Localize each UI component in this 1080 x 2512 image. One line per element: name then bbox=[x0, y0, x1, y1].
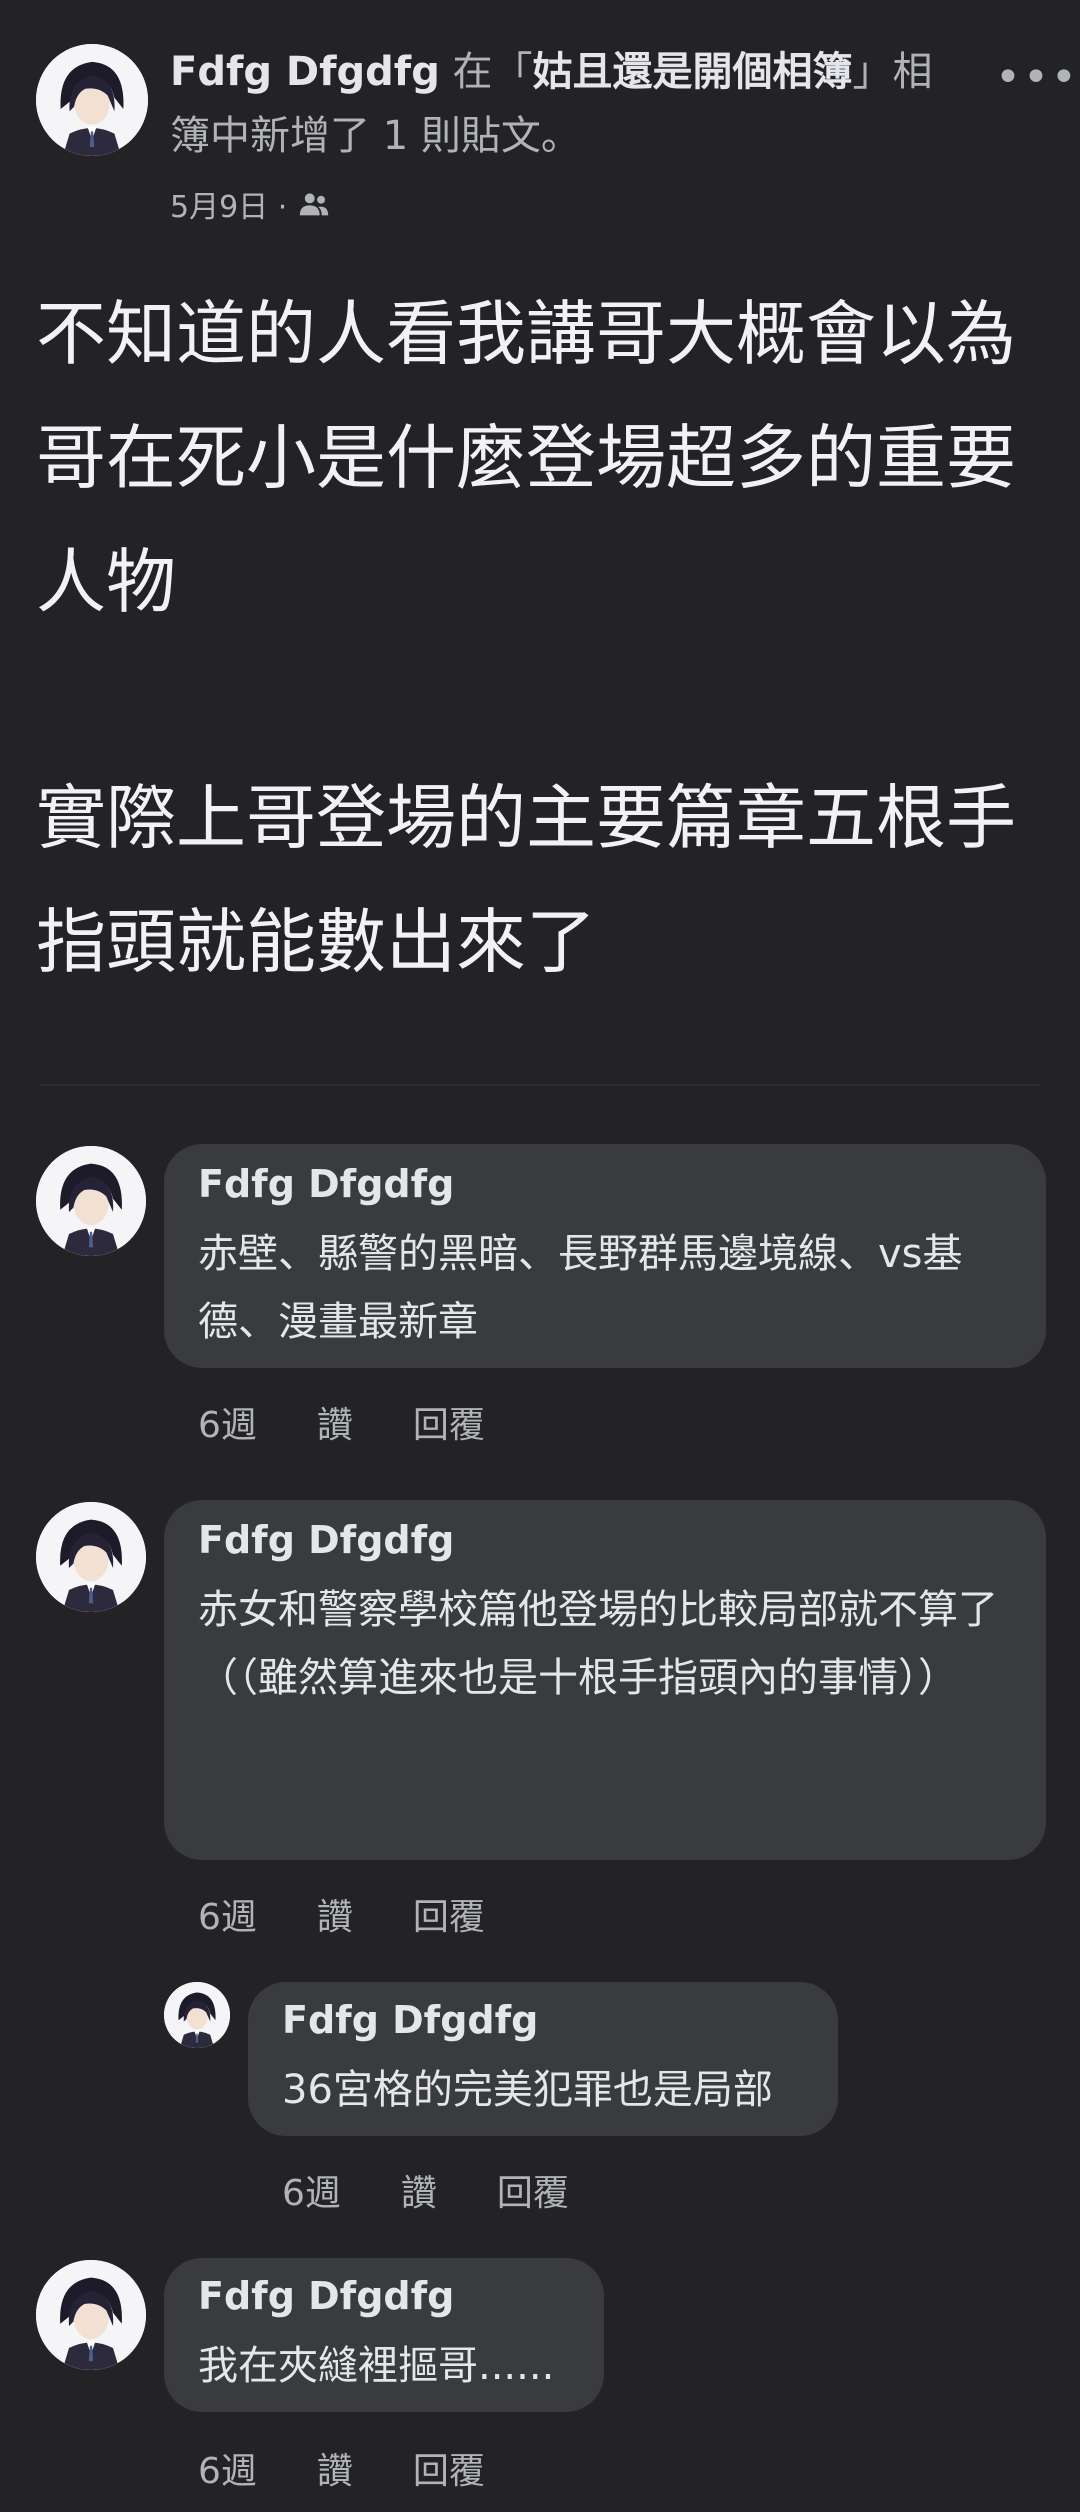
reply-button[interactable]: 回覆 bbox=[413, 2442, 485, 2494]
comment-time[interactable]: 6週 bbox=[198, 2442, 257, 2494]
post-meta: 5月9日 · bbox=[170, 182, 331, 226]
post-paragraph-2: 實際上哥登場的主要篇章五根手指頭就能數出來了 bbox=[36, 777, 1016, 983]
comment-author[interactable]: Fdfg Dfgdfg bbox=[198, 1518, 454, 1562]
avatar-illustration bbox=[36, 1146, 146, 1256]
friends-icon bbox=[300, 193, 329, 216]
reply-actions: 6週 讚 回覆 bbox=[282, 2164, 569, 2216]
author-name[interactable]: Fdfg Dfgdfg bbox=[170, 49, 440, 95]
comment-avatar[interactable] bbox=[36, 1146, 146, 1256]
reply-text: 36宮格的完美犯罪也是局部 bbox=[282, 2067, 773, 2113]
author-avatar[interactable] bbox=[36, 44, 148, 156]
comment-author[interactable]: Fdfg Dfgdfg bbox=[198, 2274, 454, 2318]
comment-actions: 6週 讚 回覆 bbox=[198, 1888, 485, 1940]
comment-time[interactable]: 6週 bbox=[198, 1396, 257, 1448]
comment-actions: 6週 讚 回覆 bbox=[198, 2442, 485, 2494]
avatar-illustration bbox=[36, 44, 148, 156]
post-date[interactable]: 5月9日 · bbox=[170, 182, 287, 226]
reply-button[interactable]: 回覆 bbox=[413, 1888, 485, 1940]
divider bbox=[40, 1084, 1040, 1086]
avatar-illustration bbox=[36, 1502, 146, 1612]
post-paragraph-1: 不知道的人看我講哥大概會以為哥在死小是什麼登場超多的重要人物 bbox=[36, 293, 1016, 623]
more-options-icon[interactable]: ••• bbox=[995, 52, 1079, 103]
album-name[interactable]: 姑且還是開個相簿 bbox=[533, 49, 853, 95]
comment-author[interactable]: Fdfg Dfgdfg bbox=[198, 1162, 454, 1206]
like-button[interactable]: 讚 bbox=[317, 1396, 353, 1448]
reply-button[interactable]: 回覆 bbox=[497, 2164, 569, 2216]
comment-avatar[interactable] bbox=[36, 2260, 146, 2370]
comment-text: 我在夾縫裡摳哥...... bbox=[198, 2343, 555, 2389]
reply-button[interactable]: 回覆 bbox=[413, 1396, 485, 1448]
post-body: 不知道的人看我講哥大概會以為哥在死小是什麼登場超多的重要人物 實際上哥登場的主要… bbox=[36, 272, 1046, 1004]
avatar-illustration bbox=[36, 2260, 146, 2370]
comment-actions: 6週 讚 回覆 bbox=[198, 1396, 485, 1448]
like-button[interactable]: 讚 bbox=[317, 2442, 353, 2494]
reply-author[interactable]: Fdfg Dfgdfg bbox=[282, 1998, 538, 2042]
header-in-text: 在「 bbox=[452, 49, 533, 95]
post-header: Fdfg Dfgdfg 在「姑且還是開個相簿」相簿中新增了 1 則貼文。 bbox=[170, 40, 970, 168]
comment-time[interactable]: 6週 bbox=[282, 2164, 341, 2216]
avatar-illustration bbox=[164, 1982, 230, 2048]
comment-text: 赤女和警察學校篇他登場的比較局部就不算了 （（雖然算進來也是十根手指頭內的事情）… bbox=[198, 1587, 998, 1701]
comment-avatar[interactable] bbox=[36, 1502, 146, 1612]
like-button[interactable]: 讚 bbox=[317, 1888, 353, 1940]
reply-avatar[interactable] bbox=[164, 1982, 230, 2048]
comment-time[interactable]: 6週 bbox=[198, 1888, 257, 1940]
like-button[interactable]: 讚 bbox=[401, 2164, 437, 2216]
comment-text: 赤壁、縣警的黑暗、長野群馬邊境線、vs基德、漫畫最新章 bbox=[198, 1231, 963, 1345]
